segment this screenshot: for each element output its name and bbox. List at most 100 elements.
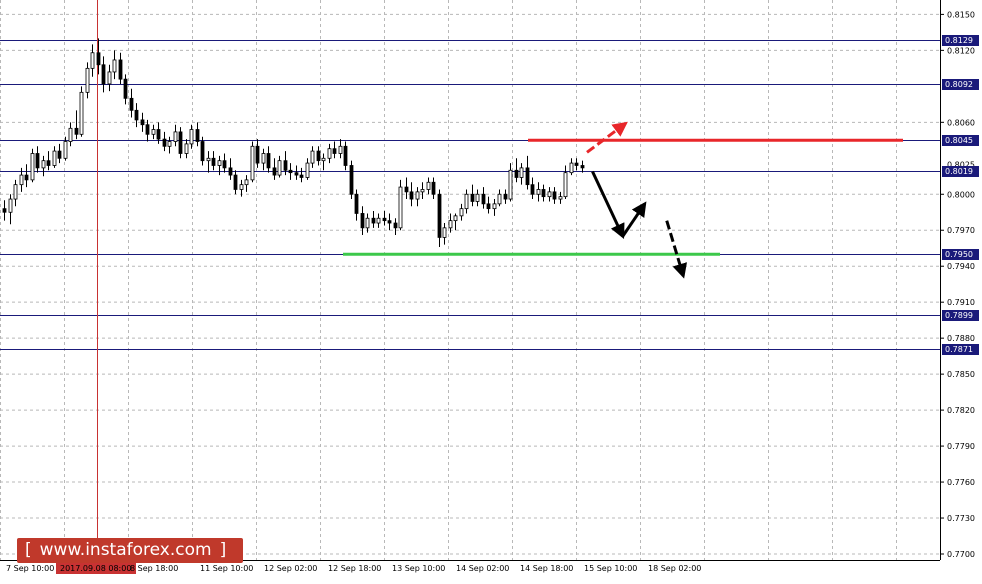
candle-body-bullish	[30, 153, 35, 181]
time-tick-label: 13 Sep 10:00	[392, 564, 445, 573]
candle	[305, 158, 310, 180]
candle	[508, 163, 513, 202]
candle	[79, 86, 84, 137]
candle-body-bullish	[217, 160, 222, 166]
candle-body-bearish	[222, 160, 227, 169]
candle-body-bearish	[24, 174, 29, 181]
candle	[574, 158, 579, 171]
candle	[162, 131, 167, 152]
price-tick-label: 0.7850	[947, 370, 975, 379]
candle-body-bearish	[74, 127, 79, 135]
candle-body-bullish	[41, 160, 46, 169]
candle-body-bullish	[68, 127, 73, 142]
level-box-text: 0.7871	[945, 345, 973, 354]
price-tick-label: 0.8150	[947, 10, 975, 19]
candle	[470, 184, 475, 207]
candle-body-bearish	[525, 167, 530, 186]
candle-body-bearish	[552, 191, 557, 200]
candle	[475, 189, 480, 207]
watermark-left-bracket: [	[25, 540, 32, 560]
candle	[327, 143, 332, 164]
candle-body-bearish	[156, 129, 161, 140]
candle	[266, 146, 271, 173]
candle	[420, 182, 425, 200]
candle	[299, 167, 304, 183]
candle	[316, 146, 321, 166]
candle-body-bearish	[255, 145, 260, 164]
support-resistance-lines	[343, 138, 903, 256]
candle	[393, 218, 398, 236]
candle	[481, 187, 486, 209]
price-chart: 0.8150 0.8120 0.8060 0.8000 0.7970 0.7940 0.79…	[0, 0, 979, 574]
candle-body-bearish	[343, 145, 348, 166]
level-box-text: 0.8045	[945, 136, 973, 145]
candle	[453, 213, 458, 231]
candle	[349, 160, 354, 200]
price-tick-label: 0.8000	[947, 190, 975, 199]
candle-body-bearish	[530, 184, 535, 195]
candle	[129, 88, 134, 118]
time-tick-label: 8 Sep 18:00	[130, 564, 178, 573]
candle	[217, 155, 222, 176]
time-axis: 7 Sep 10:00 2017.09.08 08:008 Sep 18:00 11…	[6, 562, 701, 574]
candle	[415, 187, 420, 207]
candle	[74, 110, 79, 140]
candle	[409, 182, 414, 207]
candle-body-bearish	[162, 138, 167, 147]
candle	[321, 153, 326, 171]
candle-body-bullish	[420, 189, 425, 193]
candle	[272, 158, 277, 180]
candle-body-bearish	[233, 174, 238, 190]
candle	[376, 213, 381, 228]
candle	[222, 153, 227, 173]
candle	[497, 189, 502, 207]
candle-body-bearish	[140, 119, 145, 126]
candle-body-bullish	[569, 162, 574, 174]
candle	[294, 165, 299, 180]
candle-body-bullish	[112, 59, 117, 73]
candle-body-bullish	[415, 191, 420, 200]
candle-body-bearish	[129, 97, 134, 111]
candle	[184, 139, 189, 159]
candle-body-bullish	[206, 157, 211, 162]
candle	[437, 189, 442, 248]
candle-body-bearish	[481, 193, 486, 205]
candle-body-bullish	[508, 169, 513, 200]
candle	[569, 158, 574, 176]
candle-body-bullish	[79, 91, 84, 135]
price-tick-label: 0.7880	[947, 334, 975, 343]
candle	[151, 124, 156, 140]
candle-body-bullish	[459, 208, 464, 217]
candle	[530, 177, 535, 200]
candle-body-bearish	[294, 172, 299, 176]
candle	[2, 200, 7, 221]
candle-body-bearish	[57, 150, 62, 159]
candle-body-bullish	[464, 193, 469, 210]
candle-body-bearish	[118, 59, 123, 80]
time-tick-label: 12 Sep 18:00	[328, 564, 381, 573]
candle-body-bearish	[360, 213, 365, 229]
candle	[250, 141, 255, 183]
candle-body-bearish	[272, 167, 277, 176]
candle	[167, 136, 172, 154]
candle	[558, 191, 563, 204]
candle-body-bearish	[580, 165, 585, 169]
candle	[8, 194, 13, 225]
candle	[426, 177, 431, 195]
price-tick-label: 0.7970	[947, 226, 975, 235]
forecast-arrow	[586, 121, 628, 154]
candle	[35, 146, 40, 173]
candle-body-bullish	[250, 145, 255, 181]
candle-body-bearish	[134, 109, 139, 121]
candle-body-bearish	[283, 160, 288, 171]
candle-body-bearish	[514, 169, 519, 178]
candle	[503, 189, 508, 204]
candle	[101, 56, 106, 93]
level-box-text: 0.8129	[945, 36, 973, 45]
candle-body-bullish	[398, 186, 403, 229]
candle-body-bullish	[85, 67, 90, 93]
instaforex-watermark: [www.instaforex.com]	[17, 538, 243, 563]
candle	[277, 155, 282, 178]
candle-body-bearish	[96, 52, 101, 66]
candle	[178, 127, 183, 159]
